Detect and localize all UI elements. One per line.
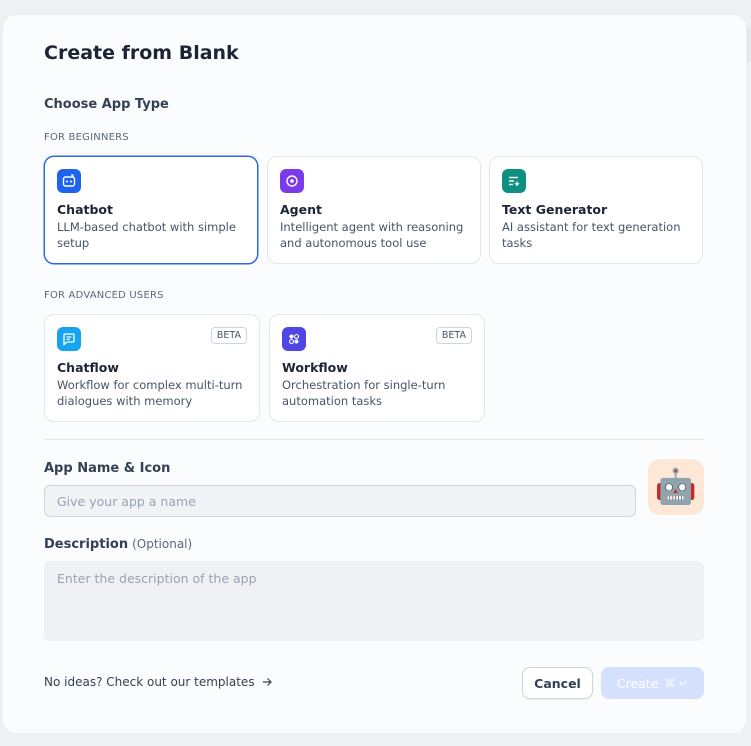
card-title: Agent [280, 202, 322, 217]
app-type-card-agent[interactable]: Agent Intelligent agent with reasoning a… [267, 156, 481, 264]
app-type-card-workflow[interactable]: BETA Workflow Orchestration for single-t… [269, 314, 485, 422]
card-description: AI assistant for text generation tasks [502, 220, 681, 250]
description-label: Description (Optional) [44, 537, 192, 552]
app-name-label: App Name & Icon [44, 461, 171, 476]
workflow-icon [282, 327, 306, 351]
optional-tag: (Optional) [132, 537, 193, 551]
card-title: Chatbot [57, 202, 113, 217]
card-description: Intelligent agent with reasoning and aut… [280, 220, 464, 250]
card-title: Text Generator [502, 202, 608, 217]
choose-app-type-heading: Choose App Type [44, 97, 169, 112]
chatbot-icon [57, 169, 81, 193]
arrow-right-icon [262, 678, 272, 686]
create-button[interactable]: Create ⌘ ↵ [601, 667, 704, 699]
dialog-title: Create from Blank [44, 42, 239, 64]
card-title: Workflow [282, 360, 348, 375]
beginners-group-label: FOR BEGINNERS [44, 132, 129, 143]
section-divider [44, 439, 704, 440]
description-textarea[interactable] [44, 561, 704, 641]
card-description: Workflow for complex multi-turn dialogue… [57, 378, 243, 408]
app-icon-picker[interactable]: 🤖 [648, 459, 704, 515]
text-generator-icon [502, 169, 526, 193]
keyboard-shortcut-hint: ⌘ ↵ [664, 676, 689, 690]
app-type-card-chatflow[interactable]: BETA Chatflow Workflow for complex multi… [44, 314, 260, 422]
agent-icon [280, 169, 304, 193]
create-app-dialog: Create from Blank Choose App Type FOR BE… [2, 14, 747, 734]
chatflow-icon [57, 327, 81, 351]
description-label-text: Description [44, 537, 129, 552]
beta-badge: BETA [435, 327, 472, 344]
card-description: Orchestration for single-turn automation… [282, 378, 446, 408]
robot-icon: 🤖 [654, 467, 698, 507]
cancel-button[interactable]: Cancel [522, 667, 593, 699]
templates-link[interactable]: No ideas? Check out our templates [44, 675, 273, 689]
create-button-label: Create [616, 675, 659, 691]
app-type-card-text-generator[interactable]: Text Generator AI assistant for text gen… [489, 156, 703, 264]
app-type-card-chatbot[interactable]: Chatbot LLM-based chatbot with simple se… [44, 156, 258, 264]
card-title: Chatflow [57, 360, 119, 375]
beta-badge: BETA [210, 327, 247, 344]
card-description: LLM-based chatbot with simple setup [57, 220, 236, 250]
advanced-group-label: FOR ADVANCED USERS [44, 290, 164, 301]
templates-link-text: No ideas? Check out our templates [44, 675, 255, 689]
app-name-input[interactable] [44, 485, 636, 517]
